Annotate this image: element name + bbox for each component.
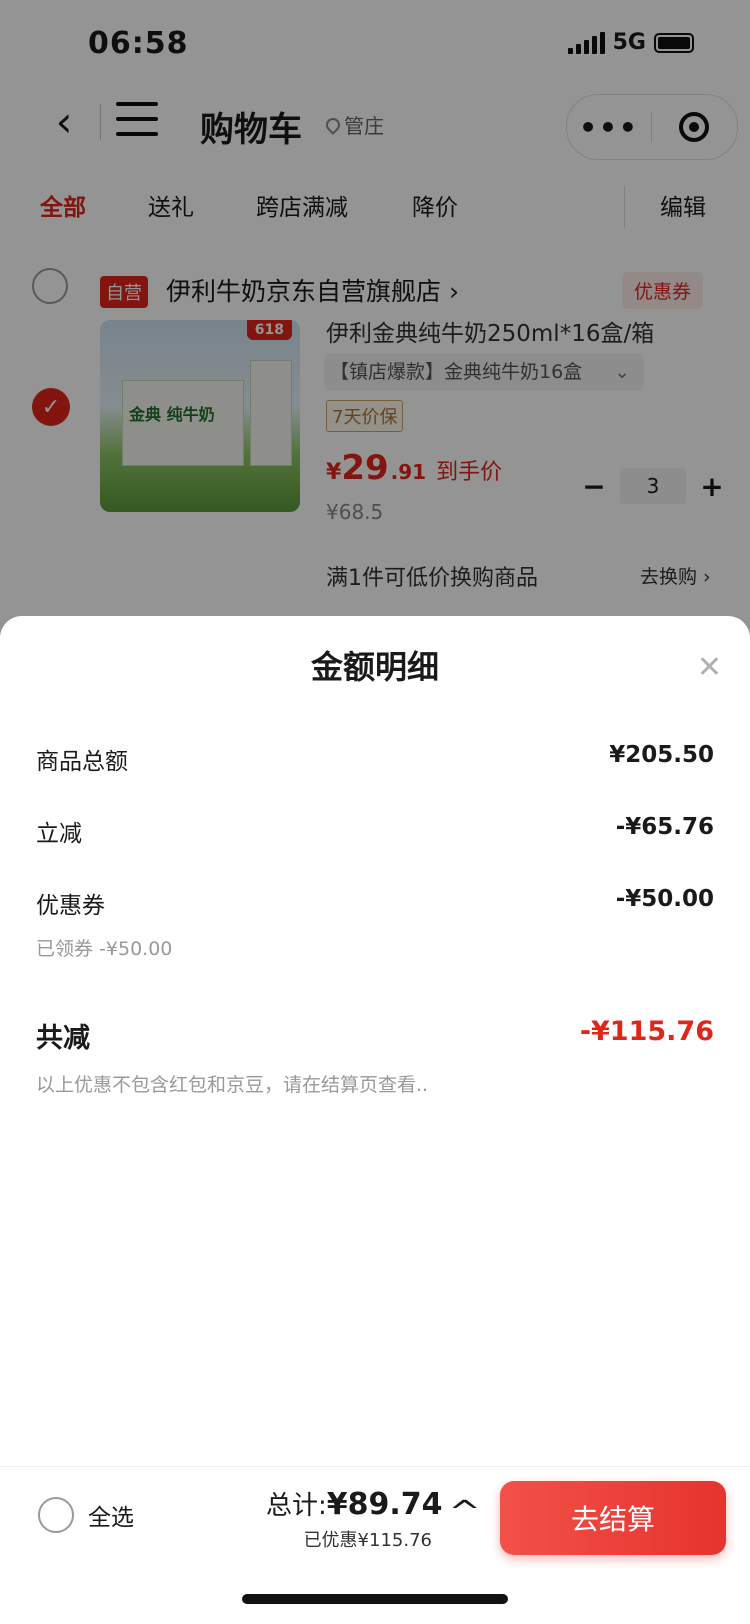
total-value: ¥89.74 [326, 1487, 443, 1522]
total-line: 总计:¥89.74 [266, 1485, 443, 1522]
sheet-title: 金额明细 [310, 648, 439, 686]
close-icon: ✕ [696, 650, 722, 685]
checkout-button[interactable]: 去结算 [500, 1481, 726, 1555]
row-amount: ¥205.50 [609, 742, 714, 768]
row-label: 立减 [36, 821, 82, 847]
total-discount-row: 共减 -¥115.76 [36, 1016, 714, 1055]
total-discount-label: 共减 [36, 1023, 90, 1054]
row-label: 商品总额 [36, 749, 128, 775]
select-all-radio[interactable] [38, 1497, 74, 1533]
home-indicator [242, 1594, 508, 1604]
modal-overlay[interactable] [0, 0, 750, 640]
discount-footnote: 以上优惠不包含红包和京豆，请在结算页查看.. [36, 1074, 429, 1096]
row-amount: -¥50.00 [615, 886, 714, 912]
chevron-up-icon[interactable]: ^ [448, 1495, 481, 1530]
close-button[interactable]: ✕ [697, 650, 722, 685]
total-discount-amount: -¥115.76 [579, 1016, 714, 1047]
detail-row: 商品总额 ¥205.50 [36, 742, 714, 776]
total-label: 总计: [266, 1491, 327, 1521]
detail-row: 立减 -¥65.76 [36, 814, 714, 848]
select-all-toggle[interactable]: 全选 [38, 1497, 134, 1533]
amount-detail-sheet: 金额明细 ✕ 商品总额 ¥205.50 立减 -¥65.76 优惠券 -¥50.… [0, 616, 750, 1466]
saved-amount: 已优惠¥115.76 [303, 1530, 432, 1551]
coupon-note: 已领券 -¥50.00 [36, 938, 173, 960]
checkout-bar: 全选 总计:¥89.74 已优惠¥115.76 ^ 去结算 [0, 1466, 750, 1577]
total-summary: 总计:¥89.74 已优惠¥115.76 [266, 1485, 443, 1552]
row-amount: -¥65.76 [615, 814, 714, 840]
detail-row: 优惠券 -¥50.00 [36, 886, 714, 920]
row-label: 优惠券 [36, 893, 105, 919]
select-all-label: 全选 [88, 1505, 134, 1531]
